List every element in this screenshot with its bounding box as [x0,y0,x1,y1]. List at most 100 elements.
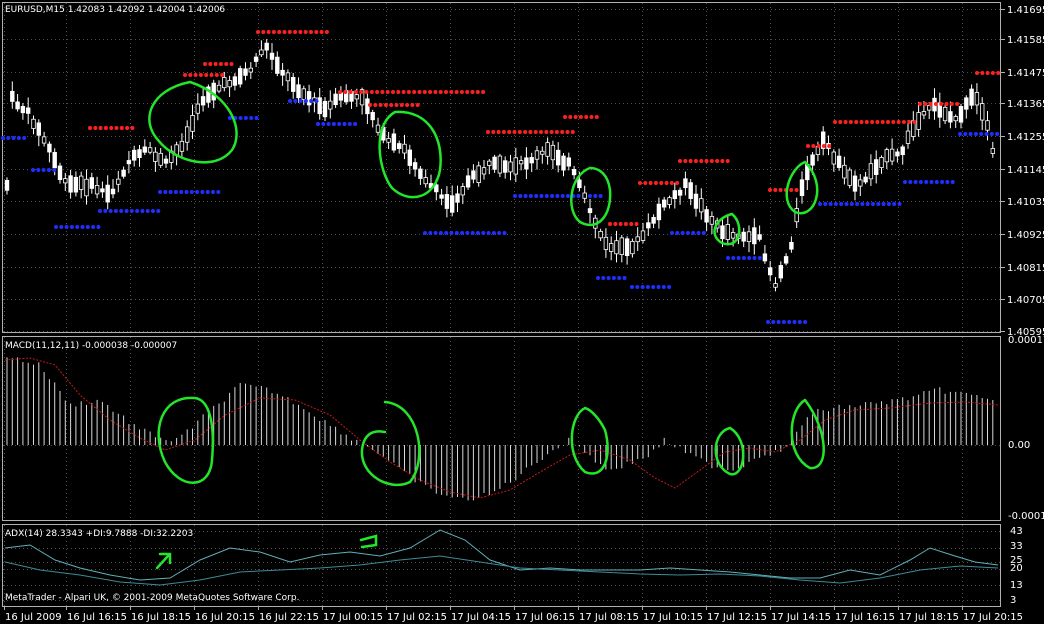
sar-dot [476,231,480,235]
sar-dot [923,102,928,106]
sar-dot [218,62,223,66]
adx-label: 3 [1010,595,1016,606]
sar-dot [886,202,891,206]
macd-panel-frame [2,336,1001,521]
sar-dot [833,120,837,124]
sar-dot [491,130,496,134]
candle-body [619,237,624,255]
candle-body [598,230,603,239]
sar-dot [803,320,808,324]
sar-dot [865,202,870,206]
sar-dot [31,168,35,172]
candle-body [487,160,492,166]
sar-dot [849,202,854,206]
adx-label: 13 [1010,580,1023,591]
sar-dot [560,194,565,198]
sar-dot [224,62,229,66]
sar-dot [343,90,348,94]
sar-dot [741,256,746,260]
candle-body [614,240,619,255]
sar-dot [183,73,187,77]
candle-body [545,142,550,157]
candle-body [391,133,397,151]
candle-body [137,149,142,159]
sar-dot [608,222,612,226]
sar-dot [892,202,897,206]
sar-dot [502,231,507,235]
candle-body [757,234,762,240]
candle-body [89,177,94,189]
adx-label: 20 [1010,563,1023,574]
sar-dot [80,225,85,229]
price-label: 1.41695 [1007,5,1044,16]
candle-body [508,161,513,173]
candlesticks [4,39,995,292]
candle-body [4,180,10,191]
sar-dot [576,194,581,198]
sar-dot [821,144,826,148]
hand-drawn-annotations [148,80,825,570]
candle-body [301,88,306,100]
sar-dot [396,90,401,94]
sar-dot [912,120,917,124]
price-label: 1.41475 [1007,68,1044,79]
sar-dot [940,180,945,184]
sar-dot [701,231,706,235]
sar-dot [781,320,786,324]
sar-dot [975,71,979,75]
price-label: 1.41585 [1007,35,1044,46]
sar-dot [16,136,21,140]
sar-dot [314,30,319,34]
sar-dot [59,225,64,229]
candle-body [895,151,900,157]
candle-body [889,148,895,162]
sar-dot [353,122,358,126]
sar-dot [266,30,271,34]
sar-dot [184,190,189,194]
sar-dot [643,181,648,185]
candle-body [556,149,561,166]
sar-dot [401,90,406,94]
sar-dot [324,30,329,34]
sar-dot [103,126,108,130]
candle-body [94,185,100,195]
macd-label: 0.000171 [1008,335,1044,346]
candle-body [720,225,725,240]
candle-body [624,238,630,256]
sar-dot [298,30,303,34]
candle-body [730,232,736,239]
candle-body [497,155,503,174]
candle-body [31,118,36,129]
candle-body [36,122,41,136]
sar-dot [929,180,934,184]
candle-body [407,149,412,166]
sar-dot [568,115,573,119]
sar-dot [725,159,730,163]
candle-body [222,77,227,89]
candle-body [444,194,450,209]
sar-dot [85,225,90,229]
sar-dot [195,190,200,194]
sar-dot [389,103,394,107]
candle-body [609,243,614,252]
sar-dot [731,256,736,260]
candle-body [667,197,672,205]
sar-dot [864,120,869,124]
candle-body [863,176,868,183]
sar-dot [444,90,448,94]
sar-dot [410,103,415,107]
sar-dot [54,225,58,229]
sar-dot [776,320,781,324]
sar-dot [319,30,324,34]
sar-dot [768,188,772,192]
sar-dot [75,225,80,229]
candle-body [79,175,84,190]
sar-dot [675,231,680,235]
sar-dot [188,73,193,77]
candle-body [858,179,863,187]
sar-dot [496,130,501,134]
candle-body [985,120,990,131]
sar-dot [613,222,618,226]
sar-dot [789,188,794,192]
candle-body [275,56,280,74]
